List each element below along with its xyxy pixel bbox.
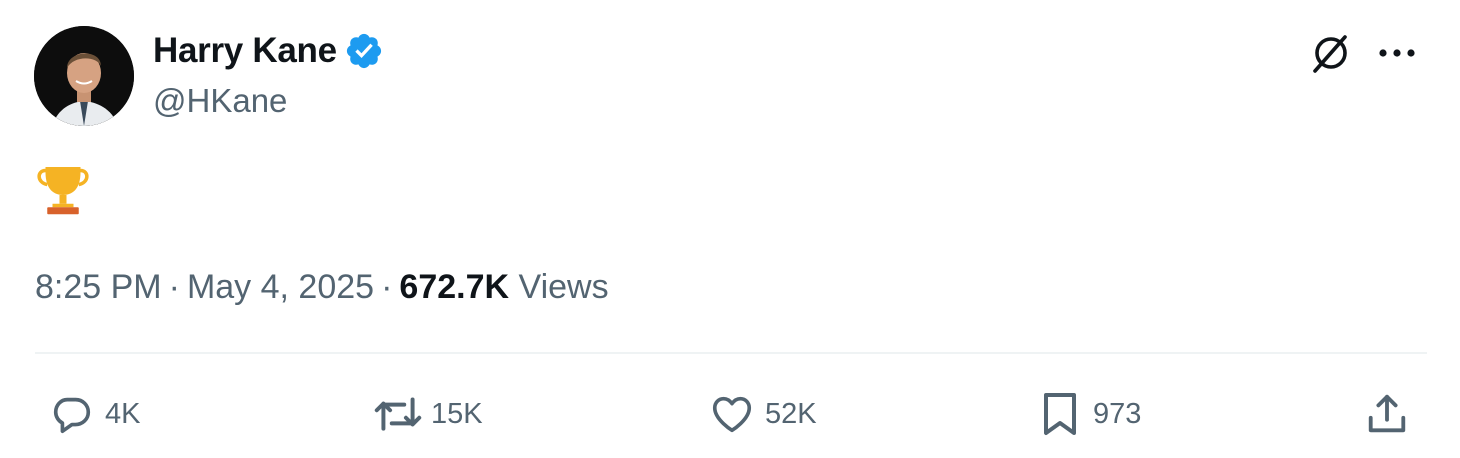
tweet-header-actions [1306, 28, 1422, 78]
reply-count: 4K [105, 397, 141, 430]
views-label: Views [518, 268, 609, 306]
avatar[interactable] [34, 26, 134, 126]
repost-button[interactable]: 15K [373, 382, 483, 446]
divider [35, 352, 1427, 354]
author-name-row: Harry Kane [153, 31, 384, 71]
like-button[interactable]: 52K [707, 382, 817, 446]
repost-count: 15K [431, 397, 483, 430]
grok-icon[interactable] [1306, 28, 1356, 78]
tweet-meta: 8:25 PM · May 4, 2025 · 672.7K Views [35, 268, 609, 307]
meta-separator: · [381, 268, 393, 306]
views-count[interactable]: 672.7K [399, 268, 509, 306]
verified-badge-icon [344, 31, 384, 71]
bookmark-icon [1035, 389, 1085, 439]
tweet-text [35, 160, 91, 216]
reply-button[interactable]: 4K [47, 382, 140, 446]
share-icon [1362, 389, 1412, 439]
reply-icon [47, 389, 97, 439]
tweet-action-bar: 4K 15K 52K 973 [0, 382, 1460, 446]
more-icon[interactable] [1372, 28, 1422, 78]
bookmark-count: 973 [1093, 397, 1142, 430]
like-count: 52K [765, 397, 817, 430]
tweet-date[interactable]: May 4, 2025 [187, 268, 374, 306]
share-button[interactable] [1362, 382, 1412, 446]
like-icon [707, 389, 757, 439]
trophy-emoji [37, 167, 89, 215]
meta-separator: · [168, 268, 180, 306]
repost-icon [373, 389, 423, 439]
bookmark-button[interactable]: 973 [1035, 382, 1141, 446]
avatar-image [34, 26, 134, 126]
author-display-name[interactable]: Harry Kane [153, 31, 337, 71]
author-handle[interactable]: @HKane [153, 82, 287, 120]
tweet-time[interactable]: 8:25 PM [35, 268, 162, 306]
